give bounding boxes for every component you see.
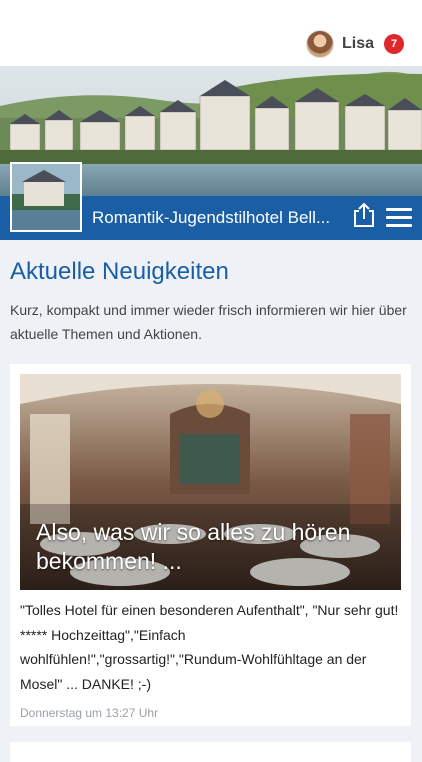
hamburger-menu-icon[interactable] xyxy=(386,208,412,228)
news-card-title[interactable]: Also, was wir so alles zu hören bekommen… xyxy=(36,518,376,576)
notification-badge[interactable]: 7 xyxy=(384,34,404,54)
username[interactable]: Lisa xyxy=(342,35,374,53)
next-news-card[interactable] xyxy=(10,742,411,762)
news-card-date: Donnerstag um 13:27 Uhr xyxy=(20,706,159,720)
menu-line xyxy=(386,208,412,211)
hotel-thumbnail[interactable] xyxy=(10,162,82,232)
share-icon[interactable] xyxy=(352,202,376,228)
avatar[interactable] xyxy=(305,30,334,58)
menu-line xyxy=(386,224,412,227)
news-card-text: "Tolles Hotel für einen besonderen Aufen… xyxy=(20,602,399,692)
section-headline: Aktuelle Neuigkeiten xyxy=(10,258,229,285)
menu-line xyxy=(386,216,412,219)
user-profile[interactable]: Lisa 7 xyxy=(305,30,404,58)
top-bar: Lisa 7 xyxy=(0,0,422,66)
hotel-title: Romantik-Jugendstilhotel Bell... xyxy=(92,208,331,227)
section-intro: Kurz, kompakt und immer wieder frisch in… xyxy=(10,302,407,342)
